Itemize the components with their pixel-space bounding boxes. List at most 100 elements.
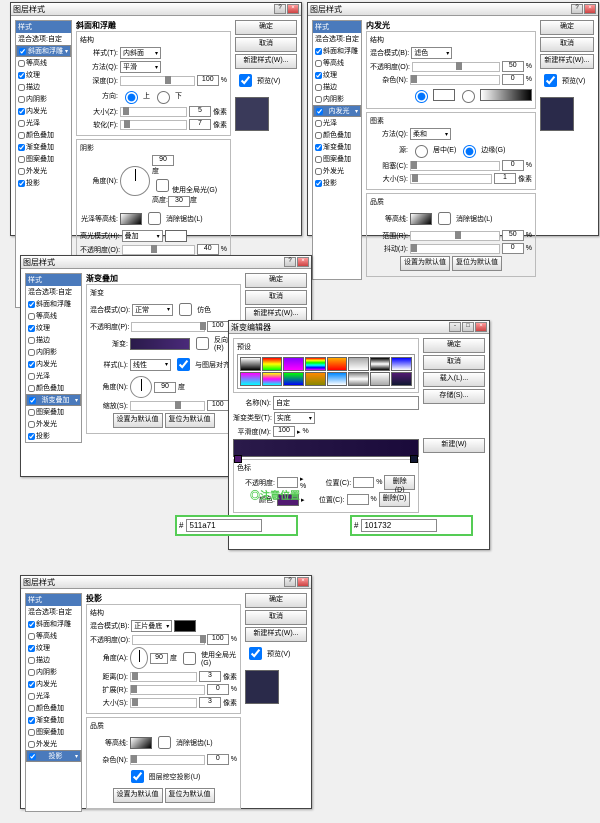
align-check[interactable] — [177, 358, 190, 371]
min-btn[interactable]: - — [449, 322, 461, 332]
opac-slider[interactable] — [132, 635, 205, 645]
preset[interactable] — [240, 372, 261, 386]
jitter-val[interactable]: 0 — [502, 243, 524, 254]
global-check[interactable] — [156, 179, 169, 192]
help-btn[interactable]: ? — [284, 577, 296, 587]
sidebar-item-stroke[interactable]: 描边 — [313, 81, 361, 93]
cancel-btn[interactable]: 取消 — [235, 37, 297, 52]
size-val[interactable]: 5 — [189, 106, 211, 117]
angle-val[interactable]: 90 — [152, 155, 174, 166]
alt-val[interactable]: 30 — [168, 196, 190, 207]
preset[interactable] — [262, 357, 283, 371]
preset[interactable] — [305, 372, 326, 386]
close-btn[interactable]: × — [297, 257, 309, 267]
sidebar-item-pattern[interactable]: 图案叠加 — [26, 406, 81, 418]
sidebar-item-pattern[interactable]: 图案叠加 — [16, 153, 71, 165]
opac-val[interactable]: 100 — [207, 634, 229, 645]
sidebar-item-texture[interactable]: 纹理 — [16, 69, 71, 81]
del-btn[interactable]: 删除(D) — [384, 475, 415, 490]
dir-down[interactable] — [157, 91, 170, 104]
close-btn[interactable]: × — [297, 577, 309, 587]
cancel-btn[interactable]: 取消 — [423, 355, 485, 370]
color1-field[interactable] — [186, 519, 262, 532]
contour-check[interactable] — [18, 60, 25, 67]
sidebar-item-inner-glow[interactable]: 内发光 — [16, 105, 71, 117]
load-btn[interactable]: 载入(L)... — [423, 372, 485, 387]
choke-slider[interactable] — [410, 161, 500, 171]
cancel-btn[interactable]: 取消 — [245, 610, 307, 625]
sidebar-item-satin[interactable]: 光泽 — [313, 117, 361, 129]
ok-btn[interactable]: 确定 — [245, 593, 307, 608]
sidebar-item-stroke[interactable]: 描边 — [26, 654, 81, 666]
reset-btn[interactable]: 设置为默认值 — [113, 413, 163, 428]
sidebar-item-color-overlay[interactable]: 颜色叠加 — [16, 129, 71, 141]
type-select[interactable]: 实底 — [274, 412, 315, 424]
depth-val[interactable]: 100 — [197, 75, 219, 86]
grad-check[interactable] — [18, 144, 25, 151]
opac-slider[interactable] — [412, 62, 500, 72]
cpos-val[interactable] — [347, 494, 369, 505]
blend-options[interactable]: 混合选项:自定 — [16, 33, 71, 45]
preset[interactable] — [370, 357, 391, 371]
stroke-check[interactable] — [18, 84, 25, 91]
close-btn[interactable]: × — [584, 4, 596, 14]
sidebar-item-bevel[interactable]: 斜面和浮雕 — [16, 45, 71, 57]
help-btn[interactable]: ? — [274, 4, 286, 14]
dither-check[interactable] — [179, 303, 192, 316]
sidebar-item-satin[interactable]: 光泽 — [16, 117, 71, 129]
cancel-btn[interactable]: 取消 — [540, 37, 594, 52]
sidebar-item-inner-shadow[interactable]: 内阴影 — [26, 666, 81, 678]
preset[interactable] — [391, 372, 412, 386]
sidebar-item-inner-shadow[interactable]: 内阴影 — [16, 93, 71, 105]
shadow-check[interactable] — [18, 180, 25, 187]
sidebar-item-inner-shadow[interactable]: 内阴影 — [313, 93, 361, 105]
style-select[interactable]: 内斜面 — [120, 47, 161, 59]
preset[interactable] — [348, 357, 369, 371]
sidebar-item-satin[interactable]: 光泽 — [26, 370, 81, 382]
gangle-val[interactable]: 90 — [154, 382, 176, 393]
sidebar-item-gradient-overlay[interactable]: 渐变叠加 — [26, 714, 81, 726]
opac-slider[interactable] — [131, 322, 204, 332]
depth-slider[interactable] — [120, 76, 195, 86]
preset[interactable] — [391, 357, 412, 371]
sidebar-item-stroke[interactable]: 描边 — [26, 334, 81, 346]
ssize-val[interactable]: 3 — [199, 697, 221, 708]
grad-preview[interactable] — [130, 338, 190, 350]
sidebar-item-outer-glow[interactable]: 外发光 — [26, 418, 81, 430]
edge-radio[interactable] — [463, 145, 476, 158]
close-btn[interactable]: × — [475, 322, 487, 332]
preset[interactable] — [283, 372, 304, 386]
sidebar-item-gradient-overlay[interactable]: 渐变叠加 — [26, 394, 81, 406]
grad-radio[interactable] — [462, 90, 475, 103]
newstyle-btn[interactable]: 新建样式(W)... — [235, 54, 297, 69]
revert-btn[interactable]: 复位为默认值 — [452, 256, 502, 271]
range-val[interactable]: 50 — [502, 230, 524, 241]
soften-slider[interactable] — [120, 120, 187, 130]
sidebar-item-inner-glow[interactable]: 内发光 — [26, 678, 81, 690]
gangle-dial[interactable] — [130, 376, 152, 398]
angle-dial[interactable] — [120, 166, 150, 196]
sidebar-item-contour[interactable]: 等高线 — [313, 57, 361, 69]
sidebar-item-bevel[interactable]: 斜面和浮雕 — [313, 45, 361, 57]
jitter-slider[interactable] — [410, 244, 500, 254]
ok-btn[interactable]: 确定 — [423, 338, 485, 353]
anti-check[interactable] — [158, 736, 171, 749]
preview-check[interactable] — [544, 74, 557, 87]
revert-btn[interactable]: 复位为默认值 — [165, 788, 215, 803]
tech-select[interactable]: 平滑 — [120, 61, 161, 73]
preset[interactable] — [327, 372, 348, 386]
reverse-check[interactable] — [196, 337, 209, 350]
sidebar-item-drop-shadow[interactable]: 投影 — [26, 430, 81, 442]
gradient-bar[interactable] — [233, 439, 419, 457]
spread-slider[interactable] — [130, 685, 205, 695]
knockout-check[interactable] — [131, 770, 144, 783]
reset-btn[interactable]: 设置为默认值 — [113, 788, 163, 803]
opac-val[interactable]: 100 — [207, 321, 229, 332]
sidebar-item-contour[interactable]: 等高线 — [26, 310, 81, 322]
sidebar-item-outer-glow[interactable]: 外发光 — [26, 738, 81, 750]
glow-grad[interactable] — [480, 89, 532, 101]
bmode-select[interactable]: 滤色 — [411, 47, 452, 59]
sidebar-item-outer-glow[interactable]: 外发光 — [16, 165, 71, 177]
anti-check[interactable] — [148, 212, 161, 225]
dist-val[interactable]: 3 — [199, 671, 221, 682]
